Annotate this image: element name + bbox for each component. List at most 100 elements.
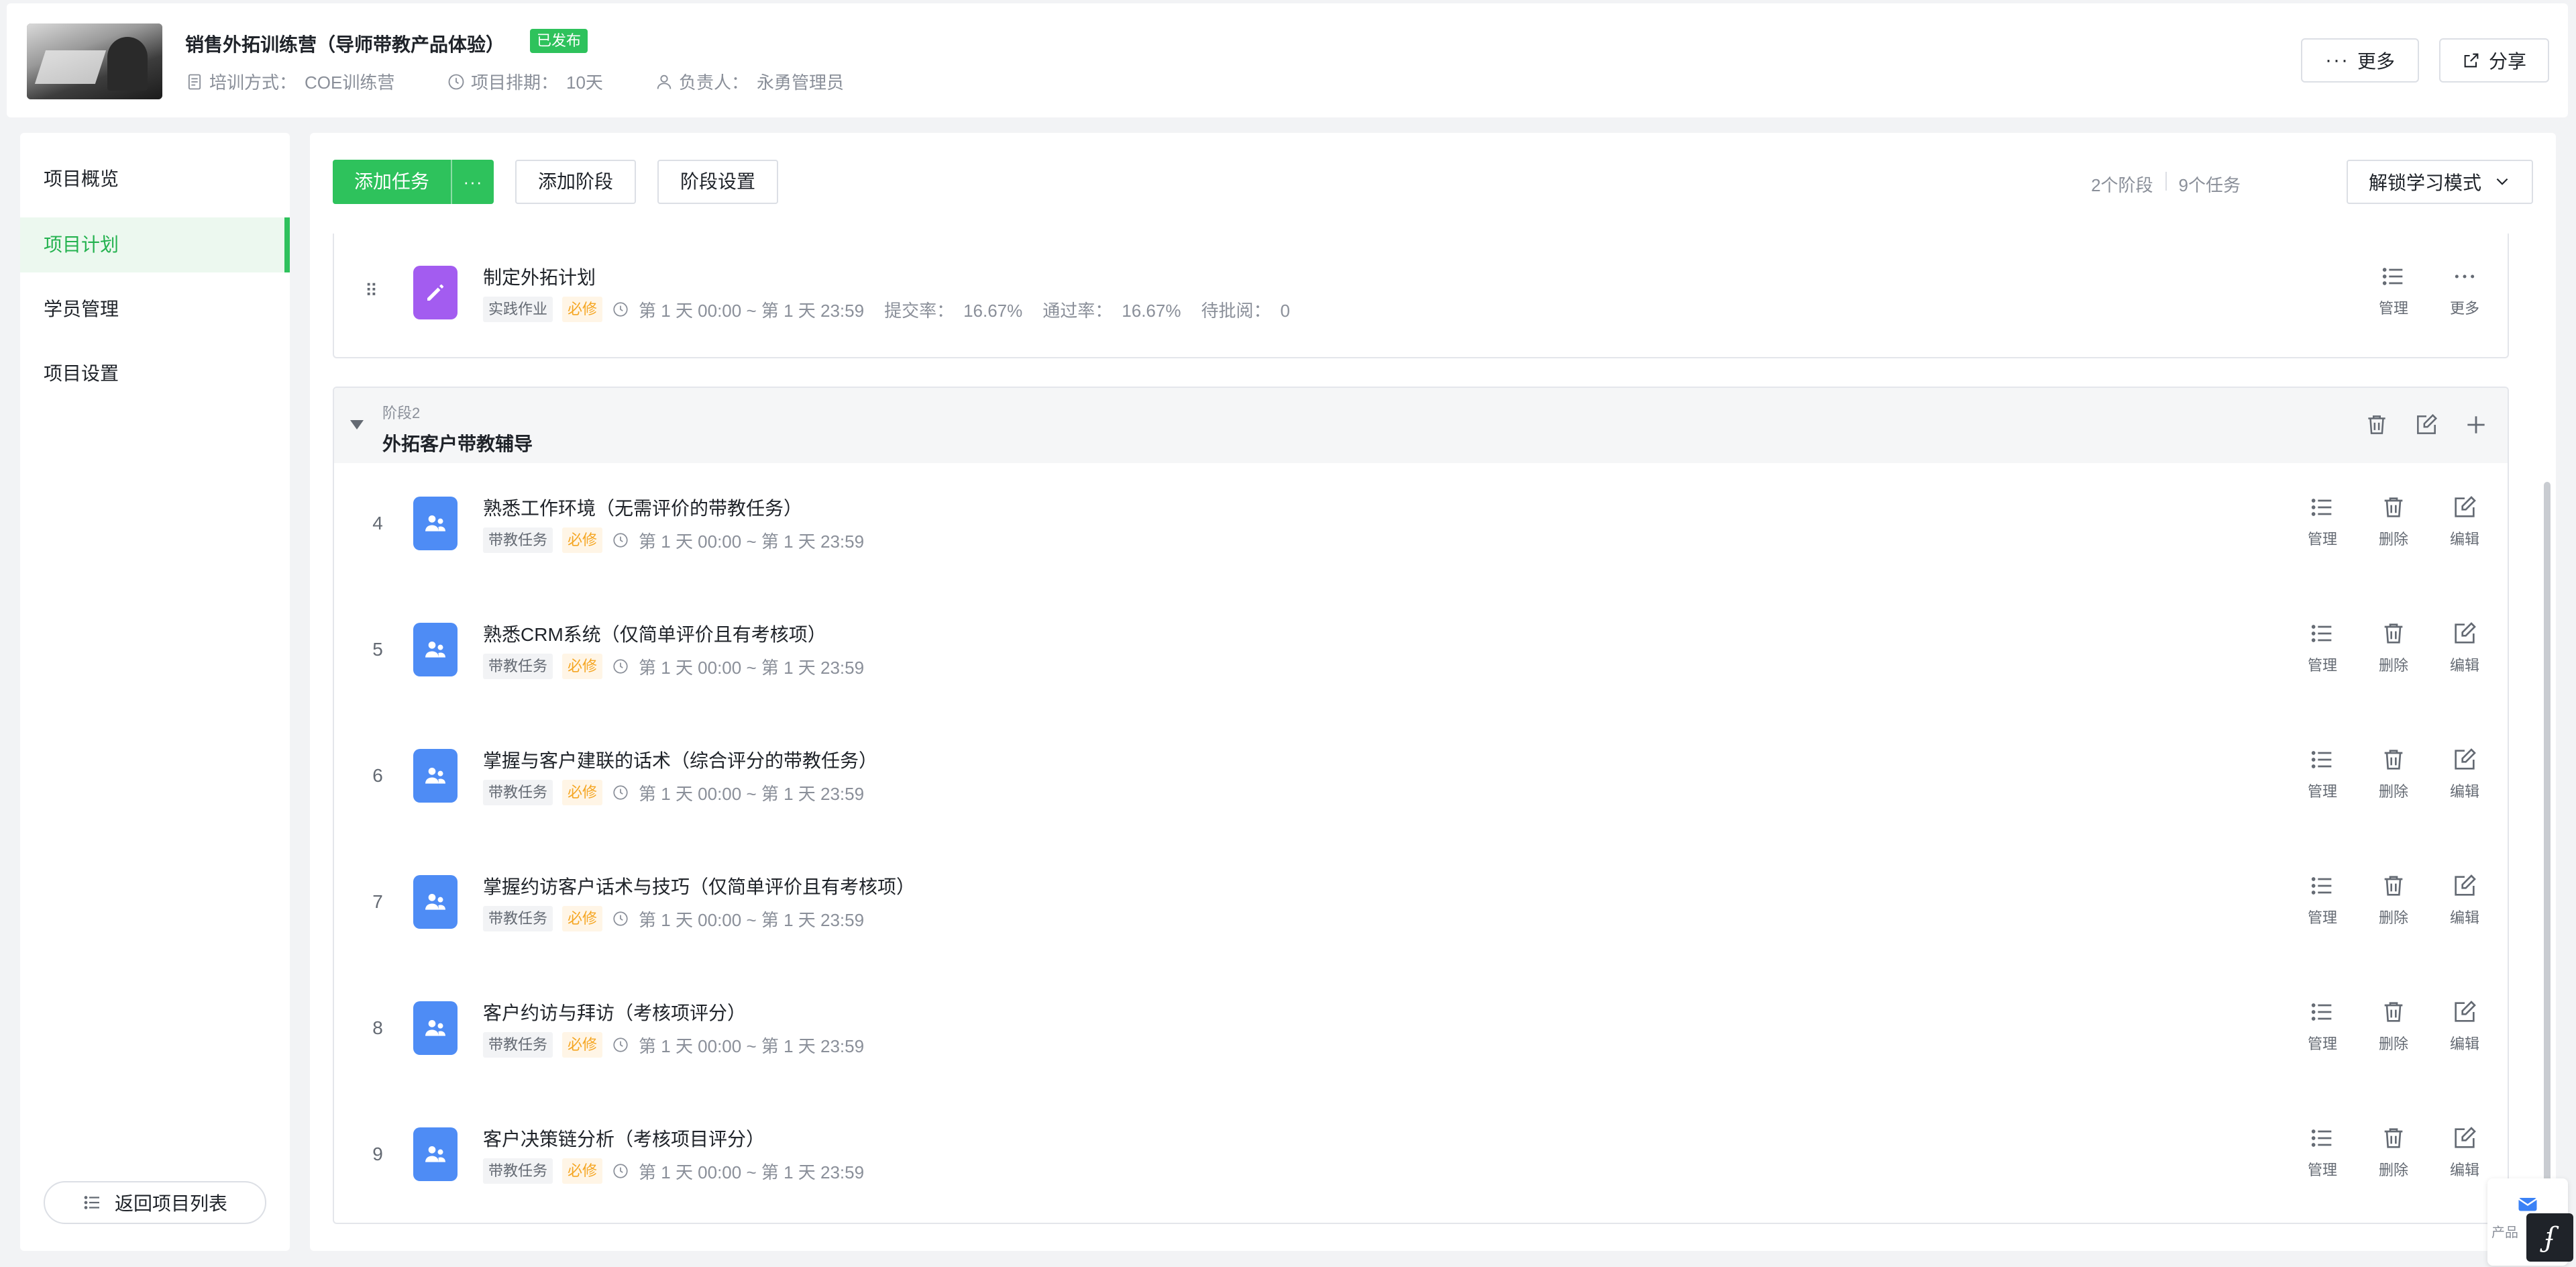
scrollbar-thumb[interactable] <box>2544 482 2551 1233</box>
sidebar-item-students[interactable]: 学员管理 <box>20 282 290 337</box>
task-meta: 带教任务 必修 第 1 天 00:00 ~ 第 1 天 23:59 <box>483 780 864 805</box>
delete-button[interactable]: 删除 <box>2373 1125 2414 1180</box>
task-type-tag: 带教任务 <box>483 906 553 931</box>
task-meta: 带教任务 必修 第 1 天 00:00 ~ 第 1 天 23:59 <box>483 906 864 931</box>
list-icon <box>2311 625 2332 642</box>
more-button[interactable]: ··· 更多 <box>2301 38 2419 83</box>
edit-button[interactable]: 编辑 <box>2445 620 2485 675</box>
trash-icon <box>2384 1128 2403 1148</box>
manage-button[interactable]: 管理 <box>2302 494 2343 549</box>
task-number: 9 <box>372 1144 383 1164</box>
required-tag: 必修 <box>562 906 603 931</box>
task-ops: 管理 更多 <box>2373 263 2485 318</box>
delete-button[interactable]: 删除 <box>2373 872 2414 927</box>
drag-handle-icon[interactable]: ⠿ <box>365 281 378 301</box>
required-tag: 必修 <box>562 654 603 679</box>
trash-icon[interactable] <box>2364 412 2390 438</box>
delete-button[interactable]: 删除 <box>2373 494 2414 549</box>
edit-button[interactable]: 编辑 <box>2445 1125 2485 1180</box>
project-title: 销售外拓训练营（导师带教产品体验） <box>185 34 505 55</box>
sidebar-item-overview[interactable]: 项目概览 <box>20 152 290 207</box>
meta-label: 项目排期： <box>471 72 559 93</box>
task-count: 9个任务 <box>2178 175 2241 195</box>
task-type-tag: 带教任务 <box>483 527 553 553</box>
task-name[interactable]: 熟悉工作环境（无需评价的带教任务） <box>483 494 802 521</box>
sidebar-item-settings[interactable]: 项目设置 <box>20 346 290 401</box>
back-to-list-button[interactable]: 返回项目列表 <box>44 1181 266 1224</box>
task-name[interactable]: 客户约访与拜访（考核项评分） <box>483 999 746 1025</box>
task-name[interactable]: 掌握与客户建联的话术（综合评分的带教任务） <box>483 746 877 773</box>
submit-rate: 提交率： 16.67% <box>884 300 1023 321</box>
stage-settings-button[interactable]: 阶段设置 <box>657 160 779 204</box>
required-tag: 必修 <box>562 527 603 553</box>
mentor-task-icon <box>413 1001 458 1055</box>
task-name[interactable]: 熟悉CRM系统（仅简单评价且有考核项） <box>483 620 826 647</box>
task-ops: 管理 删除 编辑 <box>2302 494 2485 549</box>
sidebar-item-plan[interactable]: 项目计划 <box>20 217 290 272</box>
meta-training-mode: 培训方式： COE训练营 <box>185 69 394 94</box>
edit-button[interactable]: 编辑 <box>2445 746 2485 801</box>
clock-icon <box>613 911 628 926</box>
task-type-tag: 带教任务 <box>483 1032 553 1058</box>
task-row: ⠿ 制定外拓计划 实践作业 必修 第 1 天 00:00 ~ 第 1 天 23:… <box>334 234 2508 360</box>
task-row: 7 掌握约访客户话术与技巧（仅简单评价且有考核项） 带教任务 必修 第 1 天 … <box>334 842 2508 968</box>
more-button[interactable]: 更多 <box>2445 263 2485 318</box>
stage-card: 阶段2 外拓客户带教辅导 4 熟悉工作环境（无需评价的带教任务） 带教任务 必修… <box>333 387 2509 1224</box>
task-time: 第 1 天 00:00 ~ 第 1 天 23:59 <box>639 783 865 804</box>
edit-icon <box>2455 622 2476 644</box>
task-row: 8 客户约访与拜访（考核项评分） 带教任务 必修 第 1 天 00:00 ~ 第… <box>334 968 2508 1094</box>
manage-button[interactable]: 管理 <box>2373 263 2414 318</box>
plus-icon[interactable] <box>2463 412 2489 438</box>
document-icon <box>188 74 201 89</box>
required-tag: 必修 <box>562 1032 603 1058</box>
edit-icon <box>2455 748 2476 770</box>
task-name[interactable]: 掌握约访客户话术与技巧（仅简单评价且有考核项） <box>483 872 915 899</box>
delete-button[interactable]: 删除 <box>2373 620 2414 675</box>
manage-button[interactable]: 管理 <box>2302 872 2343 927</box>
trash-icon <box>2384 1002 2403 1022</box>
task-name[interactable]: 客户决策链分析（考核项目评分） <box>483 1125 765 1152</box>
task-type-tag: 带教任务 <box>483 780 553 805</box>
delete-button[interactable]: 删除 <box>2373 746 2414 801</box>
stage1-last-task-card: ⠿ 制定外拓计划 实践作业 必修 第 1 天 00:00 ~ 第 1 天 23:… <box>333 234 2509 358</box>
ellipsis-icon <box>2455 274 2475 278</box>
task-meta: 带教任务 必修 第 1 天 00:00 ~ 第 1 天 23:59 <box>483 654 864 679</box>
manage-button[interactable]: 管理 <box>2302 1125 2343 1180</box>
add-stage-button[interactable]: 添加阶段 <box>515 160 637 204</box>
add-task-button[interactable]: 添加任务 <box>333 160 451 204</box>
edit-button[interactable]: 编辑 <box>2445 999 2485 1054</box>
app-logo-icon[interactable]: ʄ <box>2526 1213 2573 1262</box>
add-task-button-group: 添加任务 ··· <box>333 160 494 204</box>
clock-icon <box>613 1164 628 1178</box>
task-name[interactable]: 制定外拓计划 <box>483 263 596 290</box>
task-row: 9 客户决策链分析（考核项目评分） 带教任务 必修 第 1 天 00:00 ~ … <box>334 1094 2508 1220</box>
clock-icon <box>613 659 628 674</box>
share-button[interactable]: 分享 <box>2439 38 2549 83</box>
edit-button[interactable]: 编辑 <box>2445 872 2485 927</box>
manage-button[interactable]: 管理 <box>2302 620 2343 675</box>
list-icon <box>2311 1129 2332 1147</box>
stage-title: 外拓客户带教辅导 <box>382 434 533 454</box>
task-meta: 带教任务 必修 第 1 天 00:00 ~ 第 1 天 23:59 <box>483 527 864 553</box>
edit-button[interactable]: 编辑 <box>2445 494 2485 549</box>
task-number: 7 <box>372 891 383 912</box>
manage-button[interactable]: 管理 <box>2302 746 2343 801</box>
add-task-more-button[interactable]: ··· <box>451 160 494 204</box>
learning-mode-select[interactable]: 解锁学习模式 <box>2347 160 2533 204</box>
task-number: 5 <box>372 639 383 660</box>
edit-icon[interactable] <box>2414 412 2439 438</box>
mentor-task-icon <box>413 623 458 676</box>
required-tag: 必修 <box>562 780 603 805</box>
status-badge: 已发布 <box>530 29 588 53</box>
list-icon <box>2311 751 2332 768</box>
delete-button[interactable]: 删除 <box>2373 999 2414 1054</box>
list-icon <box>2382 268 2403 285</box>
task-type-tag: 带教任务 <box>483 1158 553 1184</box>
collapse-caret-icon[interactable] <box>350 420 364 429</box>
list-icon <box>84 1196 99 1209</box>
task-time: 第 1 天 00:00 ~ 第 1 天 23:59 <box>639 657 865 678</box>
manage-button[interactable]: 管理 <box>2302 999 2343 1054</box>
stage-header: 阶段2 外拓客户带教辅导 <box>334 388 2508 463</box>
task-row: 6 掌握与客户建联的话术（综合评分的带教任务） 带教任务 必修 第 1 天 00… <box>334 715 2508 842</box>
task-number: 4 <box>372 513 383 534</box>
